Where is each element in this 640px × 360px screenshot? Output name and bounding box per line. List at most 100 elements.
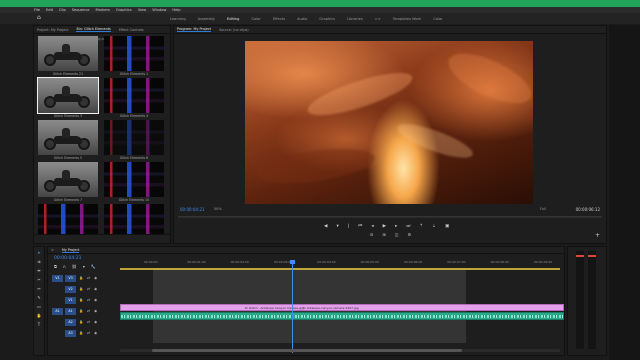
go-to-out-icon[interactable]: ⏭ <box>406 224 410 230</box>
track-select-icon[interactable]: ⇉ <box>35 259 43 265</box>
program-scrubber[interactable] <box>178 216 602 218</box>
track-header[interactable]: A1 A1 🔒 ⇄ ◉ <box>52 308 116 316</box>
workspace-tab[interactable]: Effects <box>273 17 285 21</box>
scroll-thumb[interactable] <box>152 349 462 352</box>
sync-icon[interactable]: ⇄ <box>87 308 90 315</box>
go-to-in-icon[interactable]: ⏮ <box>358 224 362 230</box>
lock-icon[interactable]: 🔒 <box>79 297 83 304</box>
button-editor-plus-icon[interactable]: + <box>595 232 600 239</box>
close-icon[interactable]: × <box>51 248 54 252</box>
video-clip[interactable]: fx Glitch - Antelope Canyon Inkalee.jpg … <box>120 304 564 311</box>
hand-icon[interactable]: ✋ <box>35 313 43 319</box>
workspace-tab[interactable]: Color <box>251 17 260 21</box>
mark-in-icon[interactable]: ◀ <box>324 224 327 230</box>
track-header[interactable]: V2 🔒 ⇄ ◉ <box>52 286 116 294</box>
tab-source[interactable]: Source: (no clips) <box>219 28 248 32</box>
source-patch[interactable]: V1 <box>52 275 63 282</box>
lock-icon[interactable]: 🔒 <box>79 275 83 282</box>
workspace-tab-active[interactable]: Editing <box>227 17 240 21</box>
snap-icon[interactable]: ∩ <box>63 264 66 269</box>
bin-item[interactable]: Glitch Elements 7 <box>38 162 98 204</box>
bin-item[interactable]: Glitch Elements 5 <box>38 120 98 162</box>
timeline-timecode[interactable]: 00:00:04:21 <box>54 256 81 261</box>
track-target[interactable]: A2 <box>65 319 76 326</box>
ripple-edit-icon[interactable]: ⇹ <box>35 268 43 274</box>
sync-icon[interactable]: ⇄ <box>87 286 90 293</box>
menu-markers[interactable]: Markers <box>96 8 110 12</box>
menu-sequence[interactable]: Sequence <box>72 8 90 12</box>
eye-icon[interactable]: ◉ <box>94 330 97 337</box>
extract-icon[interactable]: ⇣ <box>432 224 436 230</box>
track-header[interactable]: V1 V3 🔒 ⇄ ◉ <box>52 275 116 283</box>
sync-icon[interactable]: ⇄ <box>87 319 90 326</box>
menu-clip[interactable]: Clip <box>59 8 66 12</box>
timeline-scrollbar[interactable] <box>120 349 560 352</box>
lock-icon[interactable]: 🔒 <box>79 330 83 337</box>
slip-icon[interactable]: ↔ <box>35 286 43 292</box>
program-timecode[interactable]: 00:00:04:21 <box>180 207 204 212</box>
eye-icon[interactable]: ◉ <box>94 297 97 304</box>
nest-icon[interactable]: ⧉ <box>54 264 57 269</box>
linked-selection-icon[interactable]: ⛓ <box>72 264 77 269</box>
sync-icon[interactable]: ⇄ <box>87 275 90 282</box>
eye-icon[interactable]: ◉ <box>94 275 97 282</box>
track-header[interactable]: V1 🔒 ⇄ ◉ <box>52 297 116 305</box>
tab-project[interactable]: Project: My Project <box>37 28 68 32</box>
workspace-tab[interactable]: Libraries <box>347 17 363 21</box>
track-header[interactable]: A3 🔒 ⇄ ◉ <box>52 330 116 338</box>
track-target[interactable]: A3 <box>65 330 76 337</box>
settings-icon[interactable]: ⚙ <box>408 232 412 237</box>
bin-item[interactable]: Glitch Elements 1 <box>104 36 164 78</box>
bin-item[interactable]: Glitch Elements 10 <box>104 162 164 204</box>
workspace-tab[interactable]: Learning <box>170 17 186 21</box>
rectangle-icon[interactable]: ▭ <box>35 304 43 310</box>
mark-out-icon[interactable]: | <box>348 224 350 230</box>
track-target[interactable]: V2 <box>65 286 76 293</box>
menu-graphics[interactable]: Graphics <box>116 8 132 12</box>
tab-sequence[interactable]: My Project <box>61 248 80 253</box>
track-target[interactable]: V1 <box>65 297 76 304</box>
eye-icon[interactable]: ◉ <box>94 308 97 315</box>
playhead[interactable] <box>290 260 295 353</box>
workspace-tab[interactable]: Audio <box>297 17 307 21</box>
workspace-tab[interactable]: Templates Work <box>393 17 422 21</box>
selection-tool-icon[interactable]: ➤ <box>35 250 43 256</box>
add-marker-icon[interactable]: ▾ <box>83 264 85 269</box>
resolution-select[interactable]: Full <box>540 207 546 211</box>
insert-icon[interactable]: ⊟ <box>370 232 373 237</box>
eye-icon[interactable]: ◉ <box>94 319 97 326</box>
wrench-icon[interactable]: 🔧 <box>91 264 96 269</box>
eye-icon[interactable]: ◉ <box>94 286 97 293</box>
tab-bin[interactable]: Bin: Glitch Elements <box>76 27 111 32</box>
sync-icon[interactable]: ⇄ <box>87 297 90 304</box>
razor-icon[interactable]: ✂ <box>35 277 43 283</box>
step-forward-icon[interactable]: ▸ <box>395 224 397 230</box>
zoom-select[interactable]: 50% <box>214 207 222 211</box>
track-target[interactable]: V3 <box>65 275 76 282</box>
step-back-icon[interactable]: ◂ <box>371 224 373 230</box>
lift-icon[interactable]: ⇡ <box>419 224 423 230</box>
program-viewer[interactable] <box>245 41 533 204</box>
overwrite-icon[interactable]: ⊞ <box>382 232 385 237</box>
menu-file[interactable]: File <box>34 8 40 12</box>
menu-edit[interactable]: Edit <box>46 8 53 12</box>
export-frame-icon[interactable]: ▣ <box>445 224 449 230</box>
home-icon[interactable]: ⌂ <box>37 15 43 21</box>
workspace-tab[interactable]: Color <box>433 17 442 21</box>
lock-icon[interactable]: 🔒 <box>79 319 83 326</box>
compare-icon[interactable]: ◫ <box>395 232 399 237</box>
bin-item[interactable]: Glitch Elements 21 <box>38 36 98 78</box>
track-target[interactable]: A1 <box>65 308 76 315</box>
tab-program[interactable]: Program: My Project <box>177 27 212 32</box>
bin-item[interactable]: Glitch Elements 3 <box>37 77 99 120</box>
track-header[interactable]: A2 🔒 ⇄ ◉ <box>52 319 116 327</box>
menu-window[interactable]: Window <box>152 8 166 12</box>
pen-icon[interactable]: ✎ <box>35 295 43 301</box>
lock-icon[interactable]: 🔒 <box>79 308 83 315</box>
workspace-tab[interactable]: Assembly <box>198 17 215 21</box>
play-icon[interactable]: ▶ <box>383 224 386 230</box>
source-patch[interactable]: A1 <box>52 308 63 315</box>
lock-icon[interactable]: 🔒 <box>79 286 83 293</box>
bin-item[interactable]: Glitch Elements 4 <box>104 78 164 120</box>
sync-icon[interactable]: ⇄ <box>87 330 90 337</box>
